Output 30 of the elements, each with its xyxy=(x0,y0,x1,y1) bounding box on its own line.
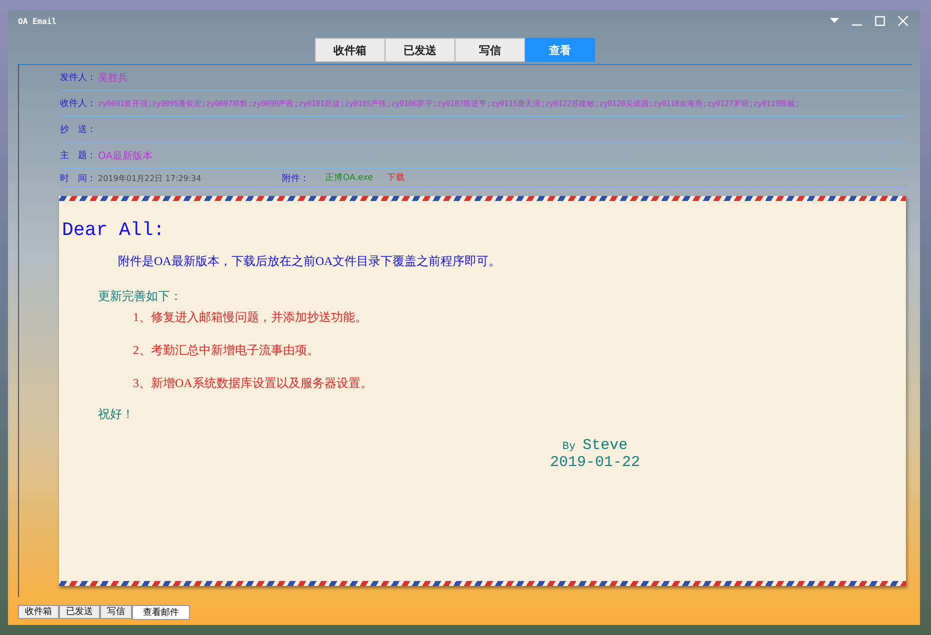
signature-date: 2019-01-22 xyxy=(550,454,640,471)
list-item: 2、考勤汇总中新增电子流事由项。 xyxy=(133,342,320,359)
greeting-text: Dear All: xyxy=(62,219,166,241)
tab[interactable]: 收件箱 xyxy=(315,38,385,62)
list-item: 3、新增OA系统数据库设置以及服务器设置。 xyxy=(133,375,374,392)
tab[interactable]: 收件箱 xyxy=(18,605,59,619)
tab[interactable]: 写信 xyxy=(100,605,132,619)
tab[interactable]: 写信 xyxy=(455,38,525,62)
maximize-icon[interactable] xyxy=(875,16,885,26)
list-heading: 更新完善如下： xyxy=(98,288,183,305)
tab[interactable]: 已发送 xyxy=(385,38,455,62)
close-icon[interactable] xyxy=(898,16,908,26)
sender-name: 吴胜兵 xyxy=(98,72,128,84)
window-title: OA Email xyxy=(18,16,57,26)
subject-text: OA最新版本 xyxy=(98,150,153,162)
body-text: 附件是OA最新版本，下载后放在之前OA文件目录下覆盖之前程序即可。 xyxy=(118,253,502,270)
field-label: 时 间： xyxy=(60,172,96,184)
signature-name: Steve xyxy=(582,437,628,454)
tab[interactable]: 已发送 xyxy=(59,605,100,619)
field-label: 主 题： xyxy=(60,150,96,162)
list-item: 1、修复进入邮箱慢问题，并添加抄送功能。 xyxy=(133,309,368,326)
signature-by: By xyxy=(562,441,576,453)
tab[interactable]: 查看邮件 xyxy=(132,605,190,620)
field-label: 附件： xyxy=(282,172,309,184)
sent-time: 2019年01月22日 17:29:34 xyxy=(98,172,202,184)
field-label: 抄 送： xyxy=(60,124,96,136)
field-label: 发件人： xyxy=(60,72,96,84)
dropdown-icon[interactable] xyxy=(830,18,839,24)
field-label: 收件人： xyxy=(60,98,96,110)
closing-text: 祝好！ xyxy=(98,406,135,423)
